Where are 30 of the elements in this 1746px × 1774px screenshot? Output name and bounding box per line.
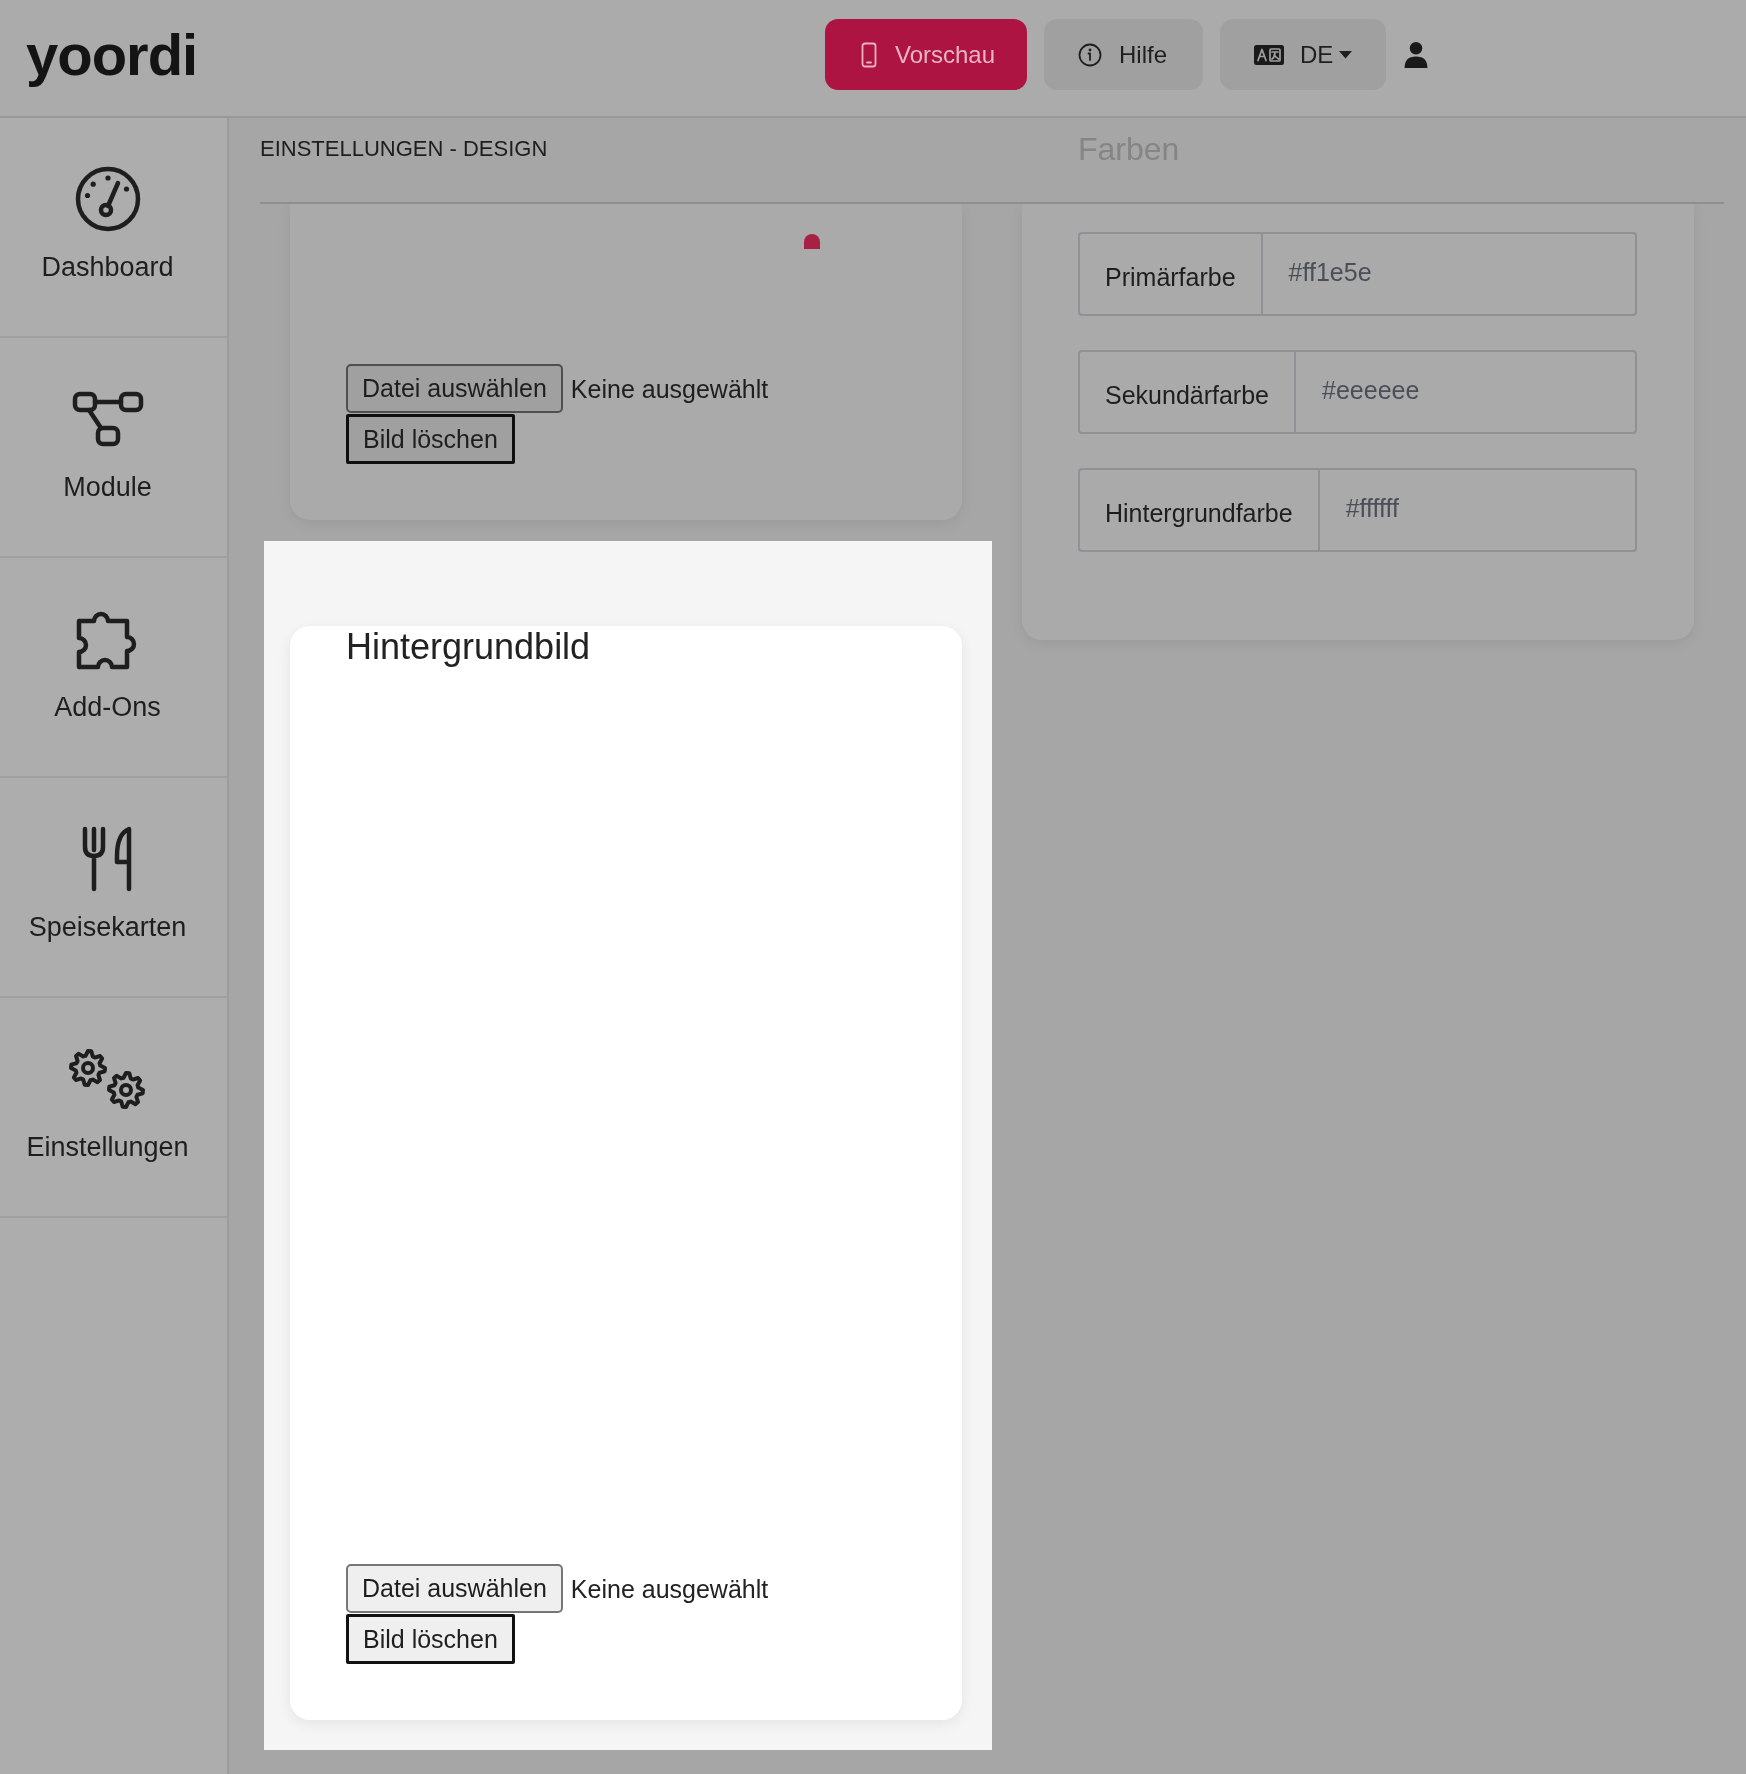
help-button[interactable]: Hilfe [1044,19,1203,90]
delete-image-button[interactable]: Bild löschen [346,1614,515,1664]
file-status-text: Keine ausgewählt [570,1573,769,1604]
user-icon[interactable] [1404,41,1428,68]
preview-button[interactable]: Vorschau [825,19,1027,90]
connected-nodes-icon [71,391,144,447]
sidebar-item[interactable]: Add-Ons [0,558,227,778]
phone-icon [861,41,877,68]
color-input[interactable]: #eeeeee [1296,352,1635,432]
translate-icon [1254,44,1284,65]
sidebar-item[interactable]: Speisekarten [0,778,227,998]
breadcrumb: EINSTELLUNGEN - DESIGN [260,135,548,163]
field-label: Sekundärfarbe [1080,352,1296,432]
sidebar-item[interactable]: Module [0,338,227,558]
choose-file-button[interactable]: Datei auswählen [346,364,563,413]
choose-file-button[interactable]: Datei auswählen [346,1564,563,1613]
color-input[interactable]: #ffffff [1319,470,1635,550]
field-label: Hintergrundfarbe [1080,470,1320,550]
caret-icon [1339,50,1353,59]
gauge-icon [74,166,141,232]
sidebar-item[interactable]: Einstellungen [0,998,227,1218]
delete-image-button[interactable]: Bild löschen [346,414,515,464]
info-icon [1078,42,1102,67]
language-button[interactable]: DE [1220,19,1386,90]
sidebar-item[interactable]: Dashboard [0,118,227,338]
color-input[interactable]: #ff1e5e [1262,234,1635,314]
card-title: Hintergrundbild [346,626,591,668]
file-status-text: Keine ausgewählt [570,373,769,404]
field-label: Primärfarbe [1080,234,1263,314]
gears-icon [67,1048,148,1110]
